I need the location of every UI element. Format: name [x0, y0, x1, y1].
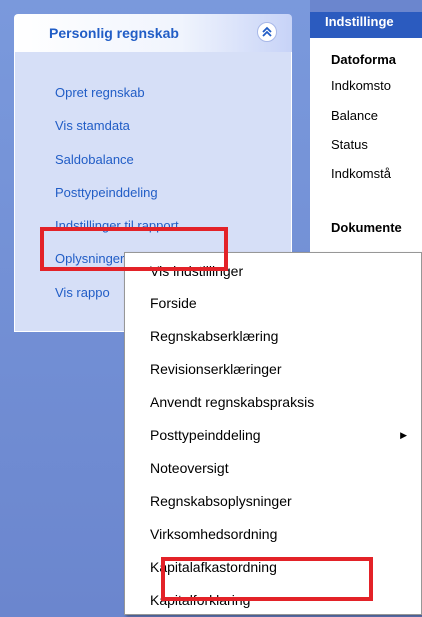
menu-item-noteoversigt[interactable]: Noteoversigt — [125, 452, 421, 485]
menu-item-revisionserklaeringer[interactable]: Revisionserklæringer — [125, 353, 421, 386]
menu-item-regnskabsoplysninger[interactable]: Regnskabsoplysninger — [125, 485, 421, 518]
task-link-posttypeinddeling[interactable]: Posttypeinddeling — [55, 185, 158, 200]
menu-item-forside[interactable]: Forside — [125, 287, 421, 320]
collapse-chevron-icon[interactable] — [257, 22, 277, 42]
menu-item-label: Anvendt regnskabspraksis — [150, 394, 315, 410]
settings-item[interactable]: Balance — [331, 108, 378, 123]
highlight-box-oplysninger — [40, 227, 228, 271]
menu-item-label: Regnskabsoplysninger — [150, 493, 292, 509]
menu-item-posttypeinddeling[interactable]: Posttypeinddeling ▶ — [125, 419, 421, 452]
settings-item[interactable]: Indkomstå — [331, 166, 391, 181]
menu-item-label: Virksomhedsordning — [150, 526, 278, 542]
submenu-arrow-icon: ▶ — [400, 430, 407, 440]
settings-panel-body: Datoforma Indkomsto Balance Status Indko… — [310, 38, 422, 206]
menu-item-label: Regnskabserklæring — [150, 328, 279, 344]
task-group-header[interactable]: Personlig regnskab — [14, 14, 292, 52]
section-title-datoformat: Datoforma — [331, 52, 397, 67]
task-link-opret-regnskab[interactable]: Opret regnskab — [55, 85, 145, 100]
menu-item-label: Posttypeinddeling — [150, 427, 261, 443]
task-link-saldobalance[interactable]: Saldobalance — [55, 152, 134, 167]
menu-item-label: Revisionserklæringer — [150, 361, 282, 377]
settings-item[interactable]: Status — [331, 137, 368, 152]
section-title-dokumenter: Dokumente — [331, 220, 402, 235]
task-link-vis-stamdata[interactable]: Vis stamdata — [55, 118, 130, 133]
task-group-title: Personlig regnskab — [49, 25, 179, 41]
menu-item-label: Forside — [150, 295, 197, 311]
task-link-vis-rapport[interactable]: Vis rappo — [55, 285, 110, 300]
menu-item-label: Noteoversigt — [150, 460, 229, 476]
settings-item[interactable]: Indkomsto — [331, 78, 391, 93]
menu-item-regnskabserklaering[interactable]: Regnskabserklæring — [125, 320, 421, 353]
menu-item-anvendt-regnskabspraksis[interactable]: Anvendt regnskabspraksis — [125, 386, 421, 419]
settings-panel-header: Indstillinge — [310, 12, 422, 38]
highlight-box-kapitalafkastordning — [161, 557, 373, 601]
menu-item-virksomhedsordning[interactable]: Virksomhedsordning — [125, 518, 421, 551]
